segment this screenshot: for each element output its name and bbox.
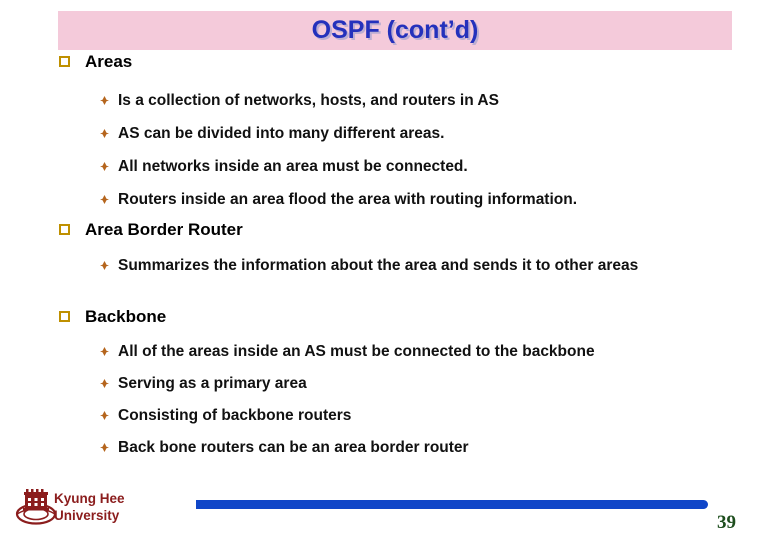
list-item: Summarizes the information about the are… — [0, 255, 780, 276]
square-bullet-icon — [59, 56, 70, 67]
list-item-label: Is a collection of networks, hosts, and … — [118, 92, 499, 109]
section-heading-label: Area Border Router — [85, 220, 243, 239]
square-bullet-icon — [59, 224, 70, 235]
list-item: All networks inside an area must be conn… — [0, 156, 780, 177]
list-item: AS can be divided into many different ar… — [0, 123, 780, 144]
diamond-bullet-icon — [100, 261, 109, 270]
diamond-bullet-icon — [100, 96, 109, 105]
list-item: Serving as a primary area — [0, 373, 780, 394]
page-number: 39 — [717, 512, 736, 533]
list-item: All of the areas inside an AS must be co… — [0, 341, 780, 362]
slide-title-band: OSPF (cont’d) — [58, 11, 732, 50]
diamond-bullet-icon — [100, 162, 109, 171]
university-name-line1: Kyung Hee — [54, 491, 125, 506]
diamond-bullet-icon — [100, 411, 109, 420]
page-title: OSPF (cont’d) — [311, 16, 479, 44]
footer-rule — [196, 500, 708, 509]
university-name: Kyung Hee University — [54, 490, 125, 524]
list-item: Routers inside an area flood the area wi… — [0, 189, 780, 210]
list-item-label: AS can be divided into many different ar… — [118, 125, 445, 142]
section-heading-label: Backbone — [85, 307, 167, 326]
square-bullet-icon — [59, 311, 70, 322]
diamond-bullet-icon — [100, 195, 109, 204]
list-item: Is a collection of networks, hosts, and … — [0, 90, 780, 111]
list-item-label: All networks inside an area must be conn… — [118, 158, 468, 175]
list-item-label: Routers inside an area flood the area wi… — [118, 191, 578, 208]
list-item-label: Serving as a primary area — [118, 375, 307, 392]
university-logo-icon — [15, 487, 57, 527]
diamond-bullet-icon — [100, 129, 109, 138]
diamond-bullet-icon — [100, 379, 109, 388]
list-item-label: All of the areas inside an AS must be co… — [118, 343, 595, 360]
section-heading-label: Areas — [85, 52, 133, 71]
list-item: Back bone routers can be an area border … — [0, 437, 780, 458]
list-item-label: Back bone routers can be an area border … — [118, 439, 469, 456]
diamond-bullet-icon — [100, 347, 109, 356]
university-name-line2: University — [54, 508, 120, 523]
list-item-label: Consisting of backbone routers — [118, 407, 352, 424]
section-heading-backbone: Backbone — [0, 307, 780, 327]
section-heading-area-border-router: Area Border Router — [0, 220, 780, 240]
list-item: Consisting of backbone routers — [0, 405, 780, 426]
list-item-label: Summarizes the information about the are… — [118, 257, 639, 274]
diamond-bullet-icon — [100, 443, 109, 452]
section-heading-areas: Areas — [0, 52, 780, 72]
